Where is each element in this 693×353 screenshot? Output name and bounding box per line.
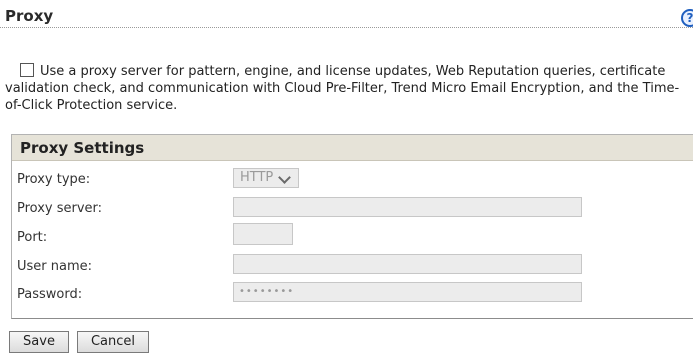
user-name-input[interactable] [233,254,582,274]
use-proxy-label: Use a proxy server for pattern, engine, … [5,64,680,113]
port-input[interactable] [233,223,293,245]
chevron-down-icon [278,171,291,184]
proxy-server-label: Proxy server: [17,201,103,216]
save-button[interactable]: Save [9,331,69,353]
proxy-settings-title: Proxy Settings [12,135,693,161]
page-header: Proxy ? [0,0,693,28]
use-proxy-option: Use a proxy server for pattern, engine, … [5,63,691,114]
password-label: Password: [17,287,83,302]
password-input[interactable]: •••••••• [233,282,582,302]
port-label: Port: [17,230,48,245]
cancel-button[interactable]: Cancel [77,331,149,353]
use-proxy-checkbox[interactable] [20,63,34,77]
help-icon[interactable]: ? [681,9,693,27]
proxy-type-select[interactable]: HTTP [233,168,299,188]
page-title: Proxy [5,7,54,25]
proxy-server-input[interactable] [233,197,582,217]
proxy-type-label: Proxy type: [17,172,91,187]
proxy-type-value: HTTP [240,170,274,185]
user-name-label: User name: [17,259,93,274]
